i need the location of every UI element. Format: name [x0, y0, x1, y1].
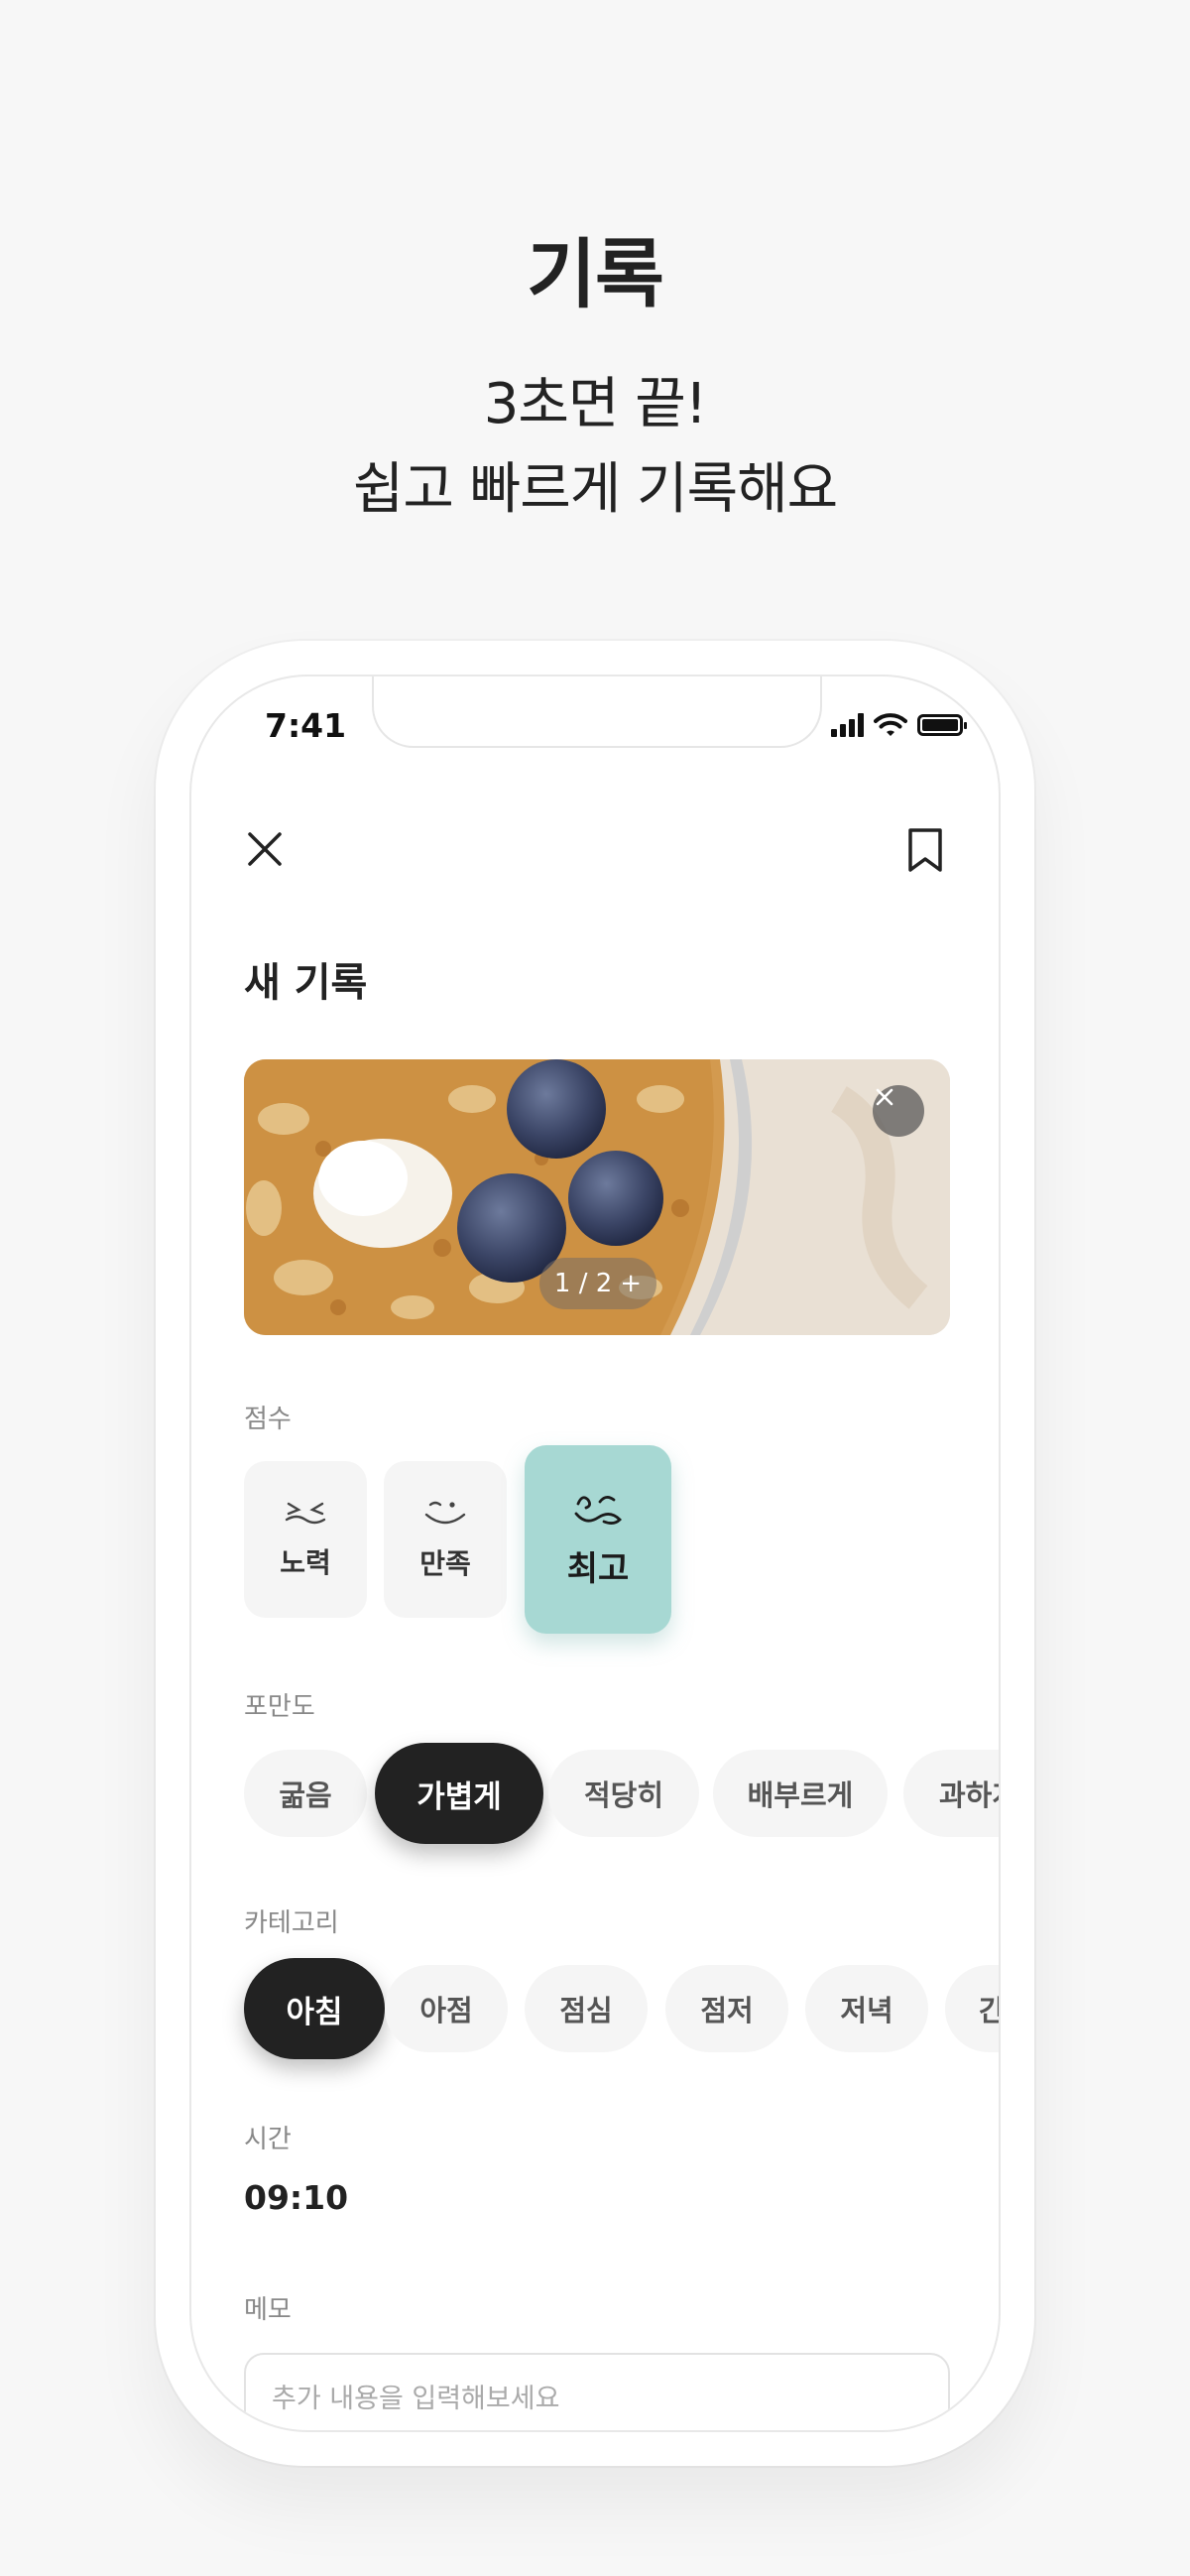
phone-screen: 7:41 새 기록 1 / 2 + 점수 노력 만족 최고 포만도 굶음 가볍게…: [189, 675, 1001, 2432]
fullness-option-overeat[interactable]: 과하게: [903, 1750, 999, 1837]
score-label: 점수: [244, 1405, 292, 1434]
fullness-option-light[interactable]: 가볍게: [375, 1743, 543, 1844]
fullness-option-starved[interactable]: 굶음: [244, 1750, 367, 1837]
category-option-dinner[interactable]: 저녁: [805, 1965, 928, 2052]
score-option-label: 노력: [280, 1546, 331, 1579]
score-option-label: 최고: [566, 1548, 630, 1589]
memo-label: 메모: [244, 2295, 292, 2325]
time-value[interactable]: 09:10: [244, 2178, 348, 2217]
time-label: 시간: [244, 2125, 292, 2154]
hero-subtitle-line2: 쉽고 빠르게 기록해요: [352, 457, 838, 522]
fullness-option-full[interactable]: 배부르게: [713, 1750, 888, 1837]
category-option-brunch[interactable]: 아점: [385, 1965, 508, 2052]
score-option-best[interactable]: 최고: [525, 1445, 671, 1634]
phone-frame: 7:41 새 기록 1 / 2 + 점수 노력 만족 최고 포만도 굶음 가볍게…: [156, 641, 1034, 2466]
bookmark-button[interactable]: [901, 825, 949, 875]
effort-face-icon: [285, 1502, 326, 1525]
add-photo-icon[interactable]: +: [620, 1269, 642, 1298]
category-label: 카테고리: [244, 1908, 339, 1938]
close-icon: [248, 832, 282, 866]
satisfied-face-icon: [424, 1501, 466, 1525]
score-option-label: 만족: [419, 1547, 471, 1580]
wifi-icon: [874, 713, 907, 736]
close-icon: [876, 1088, 893, 1106]
close-button[interactable]: [241, 825, 289, 873]
fullness-label: 포만도: [244, 1692, 315, 1722]
score-option-satisfied[interactable]: 만족: [384, 1461, 507, 1618]
status-time: 7:41: [265, 706, 347, 745]
food-photo[interactable]: 1 / 2 +: [244, 1059, 950, 1335]
photo-counter[interactable]: 1 / 2 +: [539, 1258, 656, 1309]
bookmark-icon: [908, 828, 942, 872]
score-option-effort[interactable]: 노력: [244, 1461, 367, 1618]
fullness-option-moderate[interactable]: 적당히: [548, 1750, 699, 1837]
status-icons: [831, 710, 967, 740]
page-title: 새 기록: [244, 960, 368, 1006]
category-option-snack[interactable]: 간식: [945, 1965, 999, 2052]
hero-title: 기록: [527, 230, 664, 318]
hero-subtitle-line1: 3초면 끝!: [483, 372, 707, 436]
app-store-screenshot: 기록 3초면 끝! 쉽고 빠르게 기록해요 7:41 새 기록 1 / 2 + …: [0, 0, 1190, 2576]
photo-counter-text: 1 / 2: [553, 1269, 613, 1298]
category-option-lunch[interactable]: 점심: [525, 1965, 648, 2052]
category-option-late-lunch[interactable]: 점저: [665, 1965, 788, 2052]
photo-remove-button[interactable]: [873, 1085, 924, 1137]
battery-icon: [917, 714, 967, 736]
best-face-icon: [574, 1495, 622, 1525]
category-option-breakfast[interactable]: 아침: [244, 1958, 385, 2059]
memo-input[interactable]: 추가 내용을 입력해보세요: [244, 2353, 950, 2430]
signal-icon: [831, 713, 864, 737]
phone-notch: [372, 676, 822, 748]
